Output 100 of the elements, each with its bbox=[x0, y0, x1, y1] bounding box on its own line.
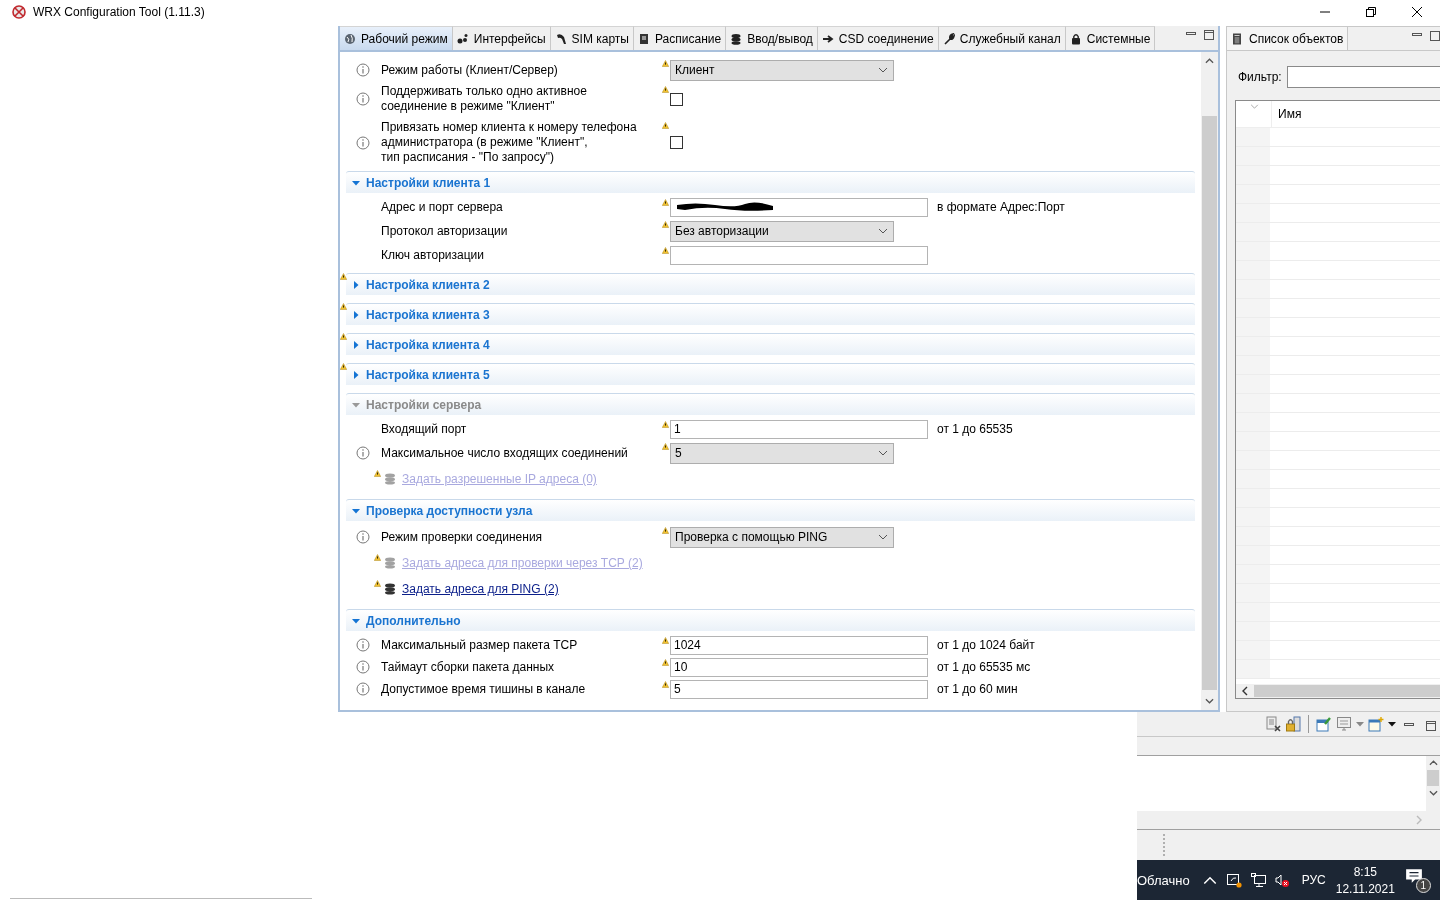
scroll-up-icon[interactable] bbox=[1428, 760, 1438, 766]
input-field[interactable] bbox=[670, 245, 928, 265]
dots-icon bbox=[456, 32, 469, 45]
tab[interactable]: Интерфейсы bbox=[452, 26, 551, 50]
hint-text: от 1 до 60 мин bbox=[937, 682, 1019, 696]
tab[interactable]: Рабочий режим bbox=[340, 26, 453, 50]
chevron-down-icon bbox=[878, 450, 888, 456]
lock-icon bbox=[1069, 32, 1082, 45]
tab[interactable]: Список объектов bbox=[1227, 27, 1349, 50]
language-indicator[interactable]: РУС bbox=[1301, 873, 1326, 887]
notification-badge: 1 bbox=[1415, 878, 1431, 893]
section-header[interactable]: Настройка клиента 5 bbox=[346, 363, 1195, 385]
scroll-left-icon[interactable] bbox=[1242, 686, 1248, 696]
clock-time[interactable]: 8:15 bbox=[1353, 864, 1377, 879]
tab[interactable]: Служебный канал bbox=[938, 26, 1066, 50]
warning-icon bbox=[662, 60, 669, 67]
field-label: Протокол авторизации bbox=[381, 223, 509, 239]
warning-icon bbox=[662, 421, 669, 428]
tab[interactable]: Расписание bbox=[634, 26, 727, 50]
input-field[interactable]: 5 bbox=[670, 679, 928, 699]
section-header[interactable]: Проверка доступности узла bbox=[346, 499, 1195, 521]
scrollbar-thumb[interactable] bbox=[1254, 685, 1440, 697]
triangle-icon bbox=[352, 340, 360, 349]
globe-icon bbox=[344, 32, 356, 45]
section-header[interactable]: Настройка клиента 3 bbox=[346, 303, 1195, 325]
dropdown[interactable]: Клиент bbox=[670, 59, 894, 81]
weather-text[interactable]: Облачно bbox=[1137, 872, 1190, 888]
new-window-icon[interactable] bbox=[1368, 716, 1384, 732]
field-label: Ключ авторизации bbox=[381, 247, 485, 263]
section-header[interactable]: Настройка клиента 4 bbox=[346, 333, 1195, 355]
network-icon[interactable] bbox=[1249, 872, 1266, 888]
tab[interactable]: Ввод/вывод bbox=[726, 26, 818, 50]
clock-date[interactable]: 12.11.2021 bbox=[1335, 881, 1395, 896]
speaker-muted-icon[interactable] bbox=[1273, 872, 1290, 888]
document-icon[interactable] bbox=[1265, 716, 1281, 732]
hint-text: от 1 до 1024 байт bbox=[937, 638, 1036, 652]
warning-icon bbox=[662, 199, 669, 206]
triangle-icon bbox=[352, 370, 360, 379]
input-field[interactable] bbox=[670, 197, 928, 217]
caret-icon[interactable] bbox=[1388, 721, 1396, 727]
hint-text: в формате Адрес:Порт bbox=[937, 200, 1066, 214]
scroll-down-icon[interactable] bbox=[1428, 790, 1438, 796]
maximize-icon[interactable] bbox=[1204, 30, 1214, 40]
triangle-icon bbox=[352, 616, 360, 625]
restore-icon bbox=[1365, 6, 1377, 18]
triangle-icon bbox=[352, 178, 360, 187]
triangle-icon bbox=[352, 280, 360, 289]
checkbox[interactable] bbox=[670, 136, 683, 149]
tab[interactable]: Системные bbox=[1065, 26, 1156, 50]
chevron-down-icon bbox=[878, 534, 888, 540]
wrench-icon bbox=[942, 32, 955, 45]
filter-label: Фильтр: bbox=[1238, 70, 1282, 84]
monitor-icon[interactable] bbox=[1336, 716, 1352, 732]
field-label: Максимальный размер пакета TCP bbox=[381, 637, 579, 653]
tab[interactable]: SIM карты bbox=[550, 26, 634, 50]
scrollbar[interactable] bbox=[1426, 756, 1440, 811]
link[interactable]: Задать адреса для PING (2) bbox=[402, 582, 559, 596]
chevron-down-icon bbox=[878, 228, 888, 234]
warning-icon bbox=[662, 443, 669, 450]
dropdown[interactable]: Проверка с помощью PING bbox=[670, 526, 894, 548]
field-label: Максимальное число входящих соединений bbox=[381, 445, 629, 461]
column-header[interactable]: Имя bbox=[1271, 101, 1440, 127]
close-icon bbox=[1411, 6, 1423, 18]
field-label: Входящий порт bbox=[381, 421, 468, 437]
filter-field[interactable] bbox=[1286, 66, 1440, 88]
input-field[interactable]: 1024 bbox=[670, 635, 928, 655]
checkbox[interactable] bbox=[670, 92, 683, 106]
field-label: Режим работы (Клиент/Сервер) bbox=[381, 62, 559, 78]
scrollbar[interactable] bbox=[1201, 52, 1218, 710]
field-label: Адрес и порт сервера bbox=[381, 199, 504, 215]
lock-icon[interactable] bbox=[1285, 716, 1301, 732]
maximize-icon[interactable] bbox=[1430, 31, 1440, 41]
maximize-icon[interactable] bbox=[1426, 721, 1436, 731]
triangle-icon bbox=[352, 400, 360, 409]
scrollbar-thumb[interactable] bbox=[1427, 770, 1439, 786]
section-header[interactable]: Настройки клиента 1 bbox=[346, 171, 1195, 193]
dropdown[interactable]: Без авторизации bbox=[670, 220, 894, 242]
window-title: WRX Configuration Tool (1.11.3) bbox=[33, 5, 205, 19]
hint-text: от 1 до 65535 мс bbox=[937, 660, 1032, 674]
input-field[interactable]: 10 bbox=[670, 657, 928, 677]
notification-icon[interactable] bbox=[1404, 867, 1423, 885]
grip-handle[interactable] bbox=[1163, 834, 1167, 856]
scrollbar[interactable] bbox=[1236, 684, 1440, 698]
triangle-icon bbox=[352, 506, 360, 515]
scrollbar-thumb[interactable] bbox=[1202, 116, 1217, 690]
scroll-down-icon[interactable] bbox=[1205, 698, 1214, 704]
scroll-up-icon[interactable] bbox=[1205, 58, 1214, 64]
field-label: Режим проверки соединения bbox=[381, 529, 544, 545]
warning-icon bbox=[662, 681, 669, 688]
section-header[interactable]: Настройка клиента 2 bbox=[346, 273, 1195, 295]
tab[interactable]: CSD соединение bbox=[817, 26, 939, 50]
document-icon bbox=[638, 32, 650, 45]
section-header[interactable]: Дополнительно bbox=[346, 609, 1195, 631]
sync-icon[interactable] bbox=[1225, 872, 1242, 888]
warning-icon bbox=[662, 247, 669, 254]
warning-icon bbox=[374, 580, 381, 587]
hint-text: от 1 до 65535 bbox=[937, 422, 1014, 436]
pin-icon[interactable] bbox=[1316, 716, 1332, 732]
warning-icon bbox=[662, 86, 669, 93]
warning-icon bbox=[662, 637, 669, 644]
